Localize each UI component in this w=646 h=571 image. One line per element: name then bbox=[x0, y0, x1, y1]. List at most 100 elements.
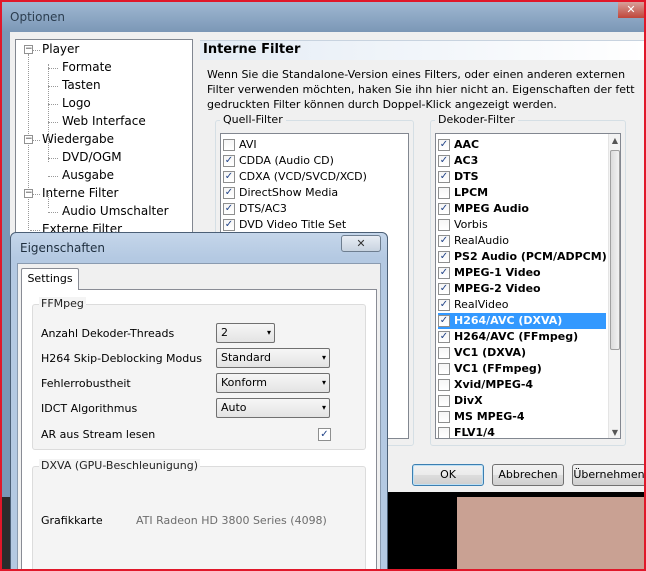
filter-item[interactable]: VC1 (DXVA) bbox=[438, 345, 606, 361]
filter-checkbox[interactable]: ✓ bbox=[438, 283, 450, 295]
ar-stream-checkbox[interactable]: ✓ bbox=[318, 428, 331, 441]
filter-item[interactable]: ✓ CDXA (VCD/SVCD/XCD) bbox=[223, 169, 406, 185]
tree-item[interactable]: Audio Umschalter bbox=[62, 203, 169, 220]
tree-item[interactable]: Interne Filter bbox=[42, 185, 118, 202]
tree-item[interactable]: Tasten bbox=[62, 77, 101, 94]
filter-item[interactable]: ✓ RealVideo bbox=[438, 297, 606, 313]
idct-value: Auto bbox=[221, 401, 247, 414]
filter-checkbox[interactable]: ✓ bbox=[438, 171, 450, 183]
window-close-button[interactable]: ✕ bbox=[618, 2, 644, 18]
filter-checkbox[interactable] bbox=[438, 411, 450, 423]
chevron-down-icon: ▾ bbox=[321, 378, 326, 387]
filter-checkbox[interactable]: ✓ bbox=[438, 299, 450, 311]
filter-label: VC1 (DXVA) bbox=[454, 346, 527, 359]
filter-item[interactable]: ✓ RealAudio bbox=[438, 233, 606, 249]
filter-item[interactable]: ✓ H264/AVC (FFmpeg) bbox=[438, 329, 606, 345]
filter-label: MPEG-1 Video bbox=[454, 266, 541, 279]
filter-label: AC3 bbox=[454, 154, 479, 167]
filter-checkbox[interactable]: ✓ bbox=[438, 235, 450, 247]
filter-checkbox[interactable]: ✓ bbox=[438, 251, 450, 263]
properties-dialog: Eigenschaften ✕ Settings FFMpeg Anzahl D… bbox=[10, 232, 388, 569]
filter-checkbox[interactable] bbox=[223, 139, 235, 151]
filter-item[interactable]: FLV1/4 bbox=[438, 425, 606, 438]
graphics-card-label: Grafikkarte bbox=[41, 514, 103, 527]
error-robustness-value: Konform bbox=[221, 376, 268, 389]
idct-select[interactable]: Auto ▾ bbox=[216, 398, 330, 418]
filter-checkbox[interactable]: ✓ bbox=[438, 315, 450, 327]
tree-item[interactable]: DVD/OGM bbox=[62, 149, 122, 166]
filter-label: MPEG-2 Video bbox=[454, 282, 541, 295]
filter-item[interactable]: LPCM bbox=[438, 185, 606, 201]
filter-checkbox[interactable]: ✓ bbox=[438, 139, 450, 151]
filter-item[interactable]: ✓ DirectShow Media bbox=[223, 185, 406, 201]
filter-checkbox[interactable] bbox=[438, 395, 450, 407]
tree-item[interactable]: Logo bbox=[62, 95, 91, 112]
tree-item[interactable]: Web Interface bbox=[62, 113, 146, 130]
filter-checkbox[interactable]: ✓ bbox=[223, 187, 235, 199]
ok-button[interactable]: OK bbox=[412, 464, 484, 486]
scroll-thumb[interactable] bbox=[610, 150, 620, 350]
scroll-down-icon[interactable]: ▼ bbox=[609, 426, 620, 438]
filter-item[interactable]: AVI bbox=[223, 137, 406, 153]
filter-item[interactable]: ✓ CDDA (Audio CD) bbox=[223, 153, 406, 169]
filter-item[interactable]: ✓ AC3 bbox=[438, 153, 606, 169]
filter-item[interactable]: DivX bbox=[438, 393, 606, 409]
decoder-scrollbar[interactable]: ▲ ▼ bbox=[608, 134, 620, 438]
tree-connector bbox=[48, 212, 58, 213]
tree-item[interactable]: Wiedergabe bbox=[42, 131, 114, 148]
decoder-filter-group: Dekoder-Filter FLV1/4 MS MPEG-4 DivX Xvid/M… bbox=[430, 113, 626, 446]
source-filter-label: Quell-Filter bbox=[220, 113, 286, 126]
filter-item[interactable]: MS MPEG-4 bbox=[438, 409, 606, 425]
dialog-close-button[interactable]: ✕ bbox=[341, 235, 381, 252]
tree-connector bbox=[48, 136, 49, 162]
filter-item[interactable]: VC1 (FFmpeg) bbox=[438, 361, 606, 377]
filter-item[interactable]: ✓ DTS/AC3 bbox=[223, 201, 406, 217]
filter-checkbox[interactable] bbox=[438, 347, 450, 359]
filter-item[interactable]: Xvid/MPEG-4 bbox=[438, 377, 606, 393]
graphics-card-value: ATI Radeon HD 3800 Series (4098) bbox=[136, 514, 327, 527]
threads-select[interactable]: 2 ▾ bbox=[216, 323, 275, 343]
tree-item[interactable]: Formate bbox=[62, 59, 112, 76]
filter-checkbox[interactable] bbox=[438, 379, 450, 391]
tree-item[interactable]: Player bbox=[42, 41, 79, 58]
filter-item[interactable]: ✓ H264/AVC (DXVA) bbox=[438, 313, 606, 329]
decoder-filter-list[interactable]: FLV1/4 MS MPEG-4 DivX Xvid/MPEG-4 VC1 (FFmpe… bbox=[435, 133, 621, 439]
scroll-up-icon[interactable]: ▲ bbox=[609, 134, 620, 148]
tree-item[interactable]: Ausgabe bbox=[62, 167, 114, 184]
tab-settings[interactable]: Settings bbox=[21, 268, 79, 290]
filter-item[interactable]: ✓ DVD Video Title Set bbox=[223, 217, 406, 233]
filter-checkbox[interactable]: ✓ bbox=[438, 331, 450, 343]
dxva-group-label: DXVA (GPU-Beschleunigung) bbox=[39, 459, 201, 472]
collapse-icon[interactable]: − bbox=[24, 189, 33, 198]
options-tree[interactable]: Player − Formate Tasten Logo Web Interface Wie… bbox=[15, 39, 193, 239]
filter-checkbox[interactable]: ✓ bbox=[223, 203, 235, 215]
filter-item[interactable]: ✓ MPEG-2 Video bbox=[438, 281, 606, 297]
cancel-button[interactable]: Abbrechen bbox=[492, 464, 564, 486]
filter-item[interactable]: ✓ DTS bbox=[438, 169, 606, 185]
filter-checkbox[interactable] bbox=[438, 187, 450, 199]
filter-checkbox[interactable]: ✓ bbox=[438, 203, 450, 215]
dialog-title: Eigenschaften bbox=[20, 241, 106, 255]
filter-item[interactable]: Vorbis bbox=[438, 217, 606, 233]
filter-item[interactable]: ✓ AAC bbox=[438, 137, 606, 153]
filter-label: DirectShow Media bbox=[239, 186, 339, 199]
filter-label: MPEG Audio bbox=[454, 202, 529, 215]
filter-checkbox[interactable]: ✓ bbox=[223, 155, 235, 167]
filter-checkbox[interactable]: ✓ bbox=[438, 267, 450, 279]
filter-checkbox[interactable]: ✓ bbox=[223, 219, 235, 231]
filter-label: AAC bbox=[454, 138, 480, 151]
apply-button[interactable]: Übernehmen bbox=[572, 464, 644, 486]
filter-checkbox[interactable]: ✓ bbox=[223, 171, 235, 183]
error-robustness-select[interactable]: Konform ▾ bbox=[216, 373, 330, 393]
skip-deblocking-select[interactable]: Standard ▾ bbox=[216, 348, 330, 368]
collapse-icon[interactable]: − bbox=[24, 135, 33, 144]
filter-checkbox[interactable]: ✓ bbox=[438, 155, 450, 167]
filter-item[interactable]: ✓ MPEG-1 Video bbox=[438, 265, 606, 281]
filter-checkbox[interactable] bbox=[438, 363, 450, 375]
filter-checkbox[interactable] bbox=[438, 427, 450, 438]
filter-item[interactable]: ✓ MPEG Audio bbox=[438, 201, 606, 217]
chevron-down-icon: ▾ bbox=[321, 353, 326, 362]
filter-item[interactable]: ✓ PS2 Audio (PCM/ADPCM) bbox=[438, 249, 607, 265]
collapse-icon[interactable]: − bbox=[24, 45, 33, 54]
filter-checkbox[interactable] bbox=[438, 219, 450, 231]
